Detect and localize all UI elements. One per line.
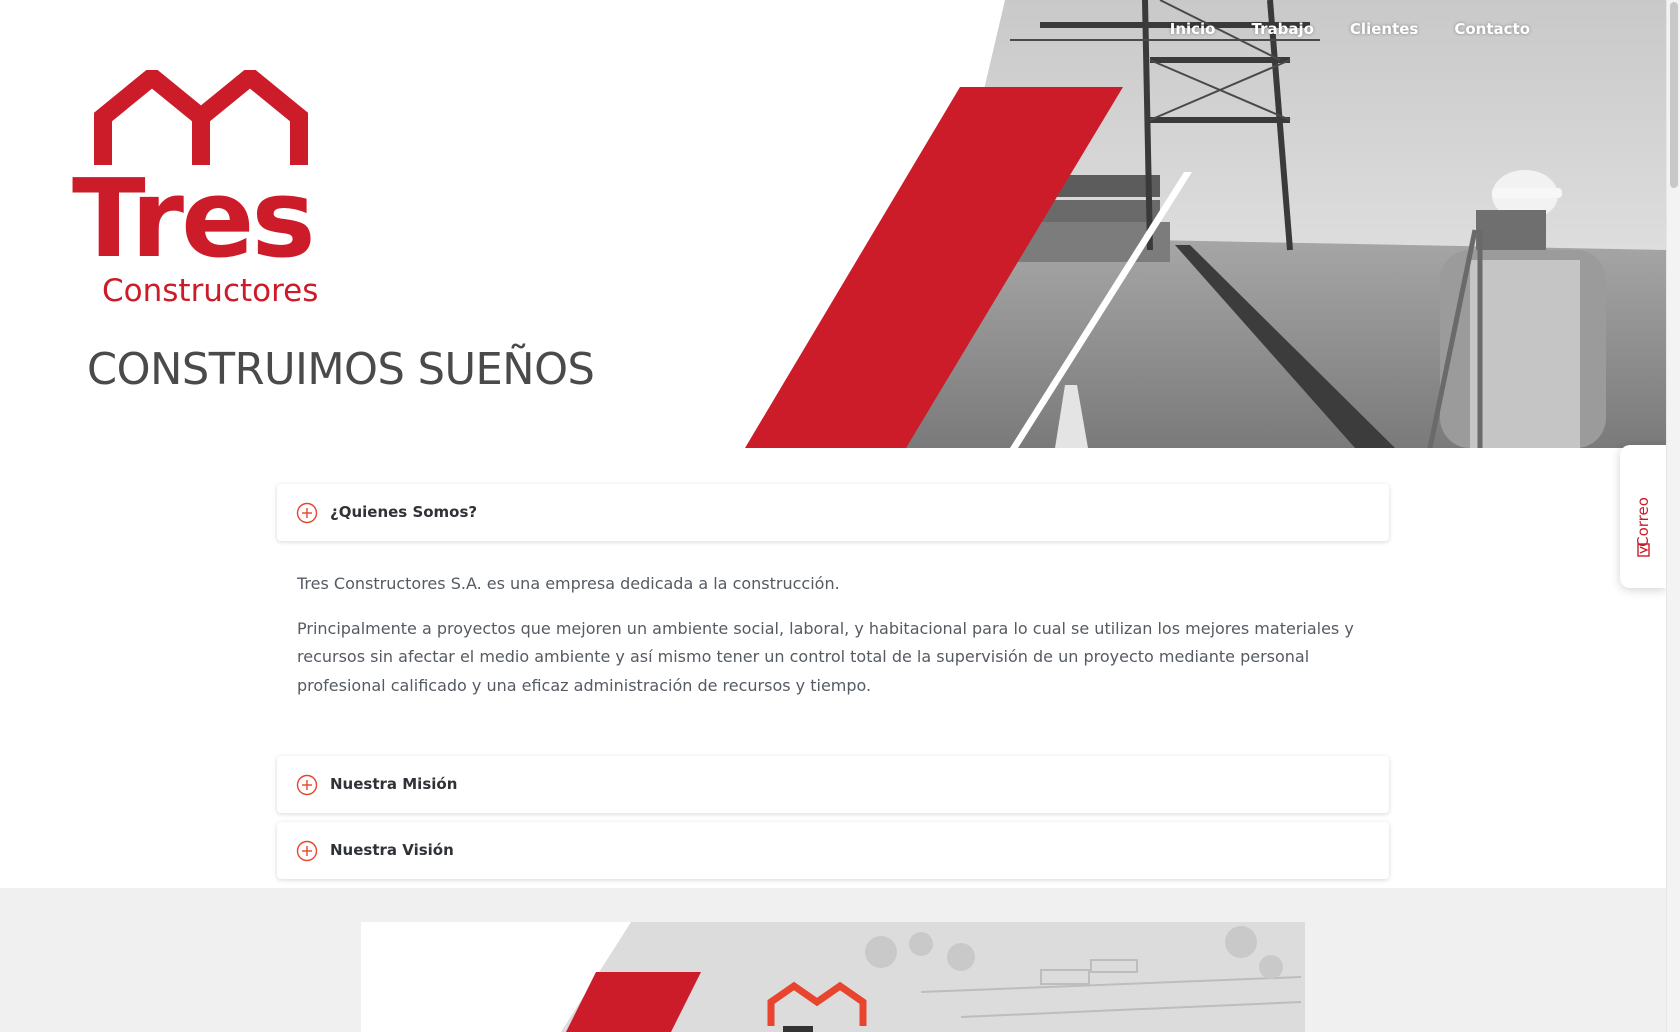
about-paragraph-2: Principalmente a proyectos que mejoren u…: [297, 618, 1354, 695]
accordion-item-mision[interactable]: Nuestra Misión: [277, 756, 1389, 813]
nav-clientes[interactable]: Clientes: [1350, 20, 1418, 38]
accordion-content-quienes-somos: Tres Constructores S.A. es una empresa d…: [297, 570, 1357, 716]
lower-section: [0, 888, 1666, 1032]
logo-wordmark: Tres: [72, 157, 316, 282]
scrollbar-thumb[interactable]: [1670, 2, 1678, 188]
accordion-title: ¿Quienes Somos?: [330, 503, 478, 521]
main-navigation: Inicio Trabajo Clientes Contacto: [1170, 20, 1530, 38]
project-banner-image: [361, 922, 1305, 1032]
accordion-title: Nuestra Misión: [330, 775, 458, 793]
roof-logo-icon: [94, 70, 308, 165]
nav-inicio[interactable]: Inicio: [1170, 20, 1216, 38]
plus-circle-icon: [296, 840, 318, 862]
mail-icon: [1637, 543, 1650, 557]
accordion-title: Nuestra Visión: [330, 841, 454, 859]
project-banner-illustration: [561, 922, 1305, 1032]
plus-circle-icon: [296, 774, 318, 796]
nav-trabajo[interactable]: Trabajo: [1252, 20, 1314, 38]
hero-tagline: CONSTRUIMOS SUEÑOS: [87, 344, 595, 395]
nav-contacto[interactable]: Contacto: [1454, 20, 1530, 38]
accordion-item-vision[interactable]: Nuestra Visión: [277, 822, 1389, 879]
logo-subtitle: Constructores: [102, 273, 319, 309]
page-scrollbar[interactable]: [1666, 0, 1680, 1032]
mail-side-tab[interactable]: Correo: [1620, 445, 1666, 588]
about-paragraph-1: Tres Constructores S.A. es una empresa d…: [297, 574, 840, 593]
hero-banner: Tres Constructores CONSTRUIMOS SUEÑOS In…: [0, 0, 1666, 448]
plus-circle-icon: [296, 502, 318, 524]
accordion-item-quienes-somos[interactable]: ¿Quienes Somos?: [277, 484, 1389, 541]
company-logo: Tres Constructores: [70, 70, 340, 320]
